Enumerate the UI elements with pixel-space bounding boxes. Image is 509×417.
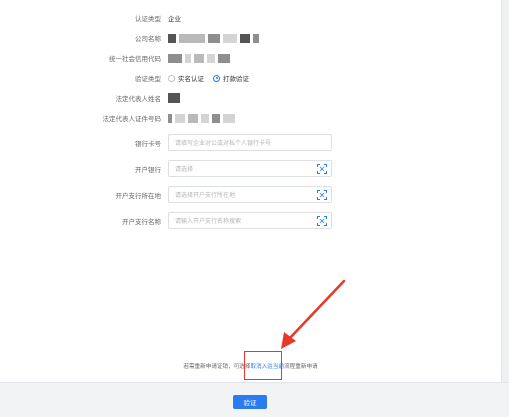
scan-icon[interactable] xyxy=(317,164,327,174)
legal-rep-id-label: 法定代表人证件号码 xyxy=(102,115,162,123)
row-legal-rep-name: 法定代表人姓名 xyxy=(0,88,501,108)
bank-placeholder: 请选择 xyxy=(175,166,194,173)
reapply-notice-prefix: 若需重新申请证销，可选择 xyxy=(183,364,251,370)
row-branch-location: 开户支行所在地 请选择开户支行所在地 xyxy=(0,185,501,205)
legal-rep-id-value-redacted xyxy=(168,113,238,123)
radio-payment-circle xyxy=(213,74,220,82)
branch-location-placeholder: 请选择开户支行所在地 xyxy=(175,192,236,199)
radio-realname[interactable]: 实名认证 xyxy=(168,73,204,83)
radio-realname-circle xyxy=(168,74,175,82)
radio-payment[interactable]: 打款验证 xyxy=(213,73,249,83)
row-verify-type: 验证类型 实名认证 打款验证 xyxy=(0,68,501,88)
scan-icon[interactable] xyxy=(317,190,327,200)
row-bank: 开户银行 请选择 xyxy=(0,159,501,179)
verify-button[interactable]: 验证 xyxy=(233,395,267,409)
verify-type-radio-group: 实名认证 打款验证 xyxy=(168,73,249,83)
form-card: 认证类型 企业 公司名称 统一社会信用代码 验证类型 实名认证 打款验证 法定代… xyxy=(0,0,501,382)
row-branch-name: 开户支行名称 请输入开户支行名称搜索 xyxy=(0,211,501,231)
bank-card-input[interactable]: 请填写企业对公或对私个人银行卡号 xyxy=(168,134,332,151)
company-name-label: 公司名称 xyxy=(135,35,161,43)
bank-select[interactable]: 请选择 xyxy=(168,160,332,177)
row-cert-type: 认证类型 企业 xyxy=(0,8,501,28)
credit-code-label: 统一社会信用代码 xyxy=(109,55,161,63)
row-bank-card: 银行卡号 请填写企业对公或对私个人银行卡号 xyxy=(0,133,501,153)
annotation-highlight-box xyxy=(244,351,282,380)
row-credit-code: 统一社会信用代码 xyxy=(0,48,501,68)
branch-name-input[interactable]: 请输入开户支行名称搜索 xyxy=(168,212,332,229)
cert-type-label: 认证类型 xyxy=(135,15,161,23)
bank-card-label: 银行卡号 xyxy=(135,140,161,148)
verify-type-label: 验证类型 xyxy=(135,75,161,83)
row-legal-rep-id: 法定代表人证件号码 xyxy=(0,108,501,128)
scan-icon[interactable] xyxy=(317,216,327,226)
reapply-notice-suffix: 流程重新申请 xyxy=(284,364,318,370)
legal-rep-name-label: 法定代表人姓名 xyxy=(115,95,162,103)
bank-card-placeholder: 请填写企业对公或对私个人银行卡号 xyxy=(175,140,272,147)
legal-rep-name-value-redacted xyxy=(168,93,183,103)
radio-realname-label: 实名认证 xyxy=(178,75,204,83)
bank-label: 开户银行 xyxy=(135,166,161,174)
branch-location-label: 开户支行所在地 xyxy=(115,192,162,200)
credit-code-value-redacted xyxy=(168,53,233,63)
branch-name-placeholder: 请输入开户支行名称搜索 xyxy=(175,218,242,225)
branch-location-select[interactable]: 请选择开户支行所在地 xyxy=(168,186,332,203)
company-name-value-redacted xyxy=(168,33,262,43)
row-company-name: 公司名称 xyxy=(0,28,501,48)
card-border xyxy=(501,0,502,382)
branch-name-label: 开户支行名称 xyxy=(122,218,161,226)
radio-payment-label: 打款验证 xyxy=(223,75,249,83)
cert-type-value: 企业 xyxy=(168,15,181,23)
